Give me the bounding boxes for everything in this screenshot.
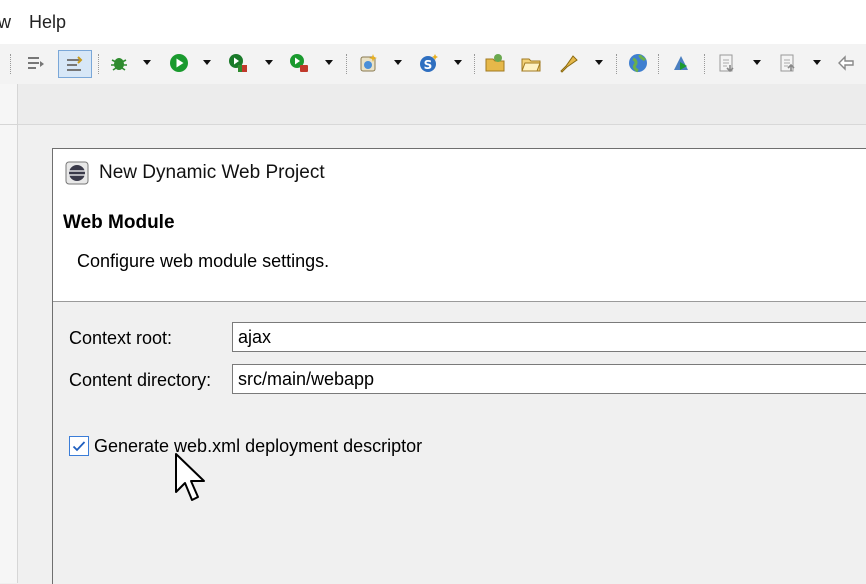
new-service-dropdown-icon[interactable]: [454, 60, 462, 65]
editor-area-header: [18, 84, 866, 125]
toolbar-separator: [10, 54, 12, 74]
eclipse-icon: [65, 161, 89, 185]
debug-icon[interactable]: [108, 52, 130, 74]
left-panel: [0, 84, 18, 583]
svg-text:S: S: [424, 58, 433, 72]
generate-descriptor-checkbox[interactable]: [69, 436, 89, 456]
content-directory-input[interactable]: src/main/webapp: [232, 364, 866, 394]
previous-edit-icon[interactable]: [777, 52, 799, 74]
new-server-dropdown-icon[interactable]: [394, 60, 402, 65]
coverage-icon[interactable]: [227, 52, 249, 74]
next-edit-icon[interactable]: [716, 52, 738, 74]
context-root-label: Context root:: [69, 328, 173, 348]
generate-descriptor-label[interactable]: Generate web.xml deployment descriptor: [94, 436, 422, 457]
new-project-dialog: New Dynamic Web Project Web Module Confi…: [52, 148, 866, 584]
toggle-mark-occurrences-icon[interactable]: [58, 50, 92, 78]
bookmark-dropdown-icon[interactable]: [595, 60, 603, 65]
toolbar-separator: [474, 54, 476, 74]
toolbar-separator: [704, 54, 706, 74]
new-server-icon[interactable]: [358, 52, 380, 74]
run-last-tool-dropdown-icon[interactable]: [325, 60, 333, 65]
coverage-dropdown-icon[interactable]: [265, 60, 273, 65]
run-last-tool-icon[interactable]: [288, 52, 310, 74]
menu-bar: w Help: [0, 0, 866, 44]
mouse-cursor-icon: [175, 453, 205, 501]
dialog-title: New Dynamic Web Project: [99, 162, 325, 183]
bookmark-icon[interactable]: [558, 52, 580, 74]
web-browser-icon[interactable]: [627, 52, 649, 74]
run-on-server-icon[interactable]: [670, 52, 692, 74]
new-service-icon[interactable]: S: [418, 52, 440, 74]
left-panel-tab: [0, 84, 17, 125]
section-description: Configure web module settings.: [77, 251, 330, 271]
content-directory-label: Content directory:: [69, 370, 212, 390]
next-annotation-icon[interactable]: [25, 52, 47, 74]
toolbar-separator: [616, 54, 618, 74]
context-root-input[interactable]: ajax: [232, 322, 866, 352]
next-edit-dropdown-icon[interactable]: [753, 60, 761, 65]
checkmark-icon: [72, 441, 86, 452]
open-project-icon[interactable]: [520, 52, 542, 74]
toolbar-separator: [98, 54, 100, 74]
toolbar-separator: [658, 54, 660, 74]
menu-item-window[interactable]: w: [0, 12, 11, 33]
run-icon[interactable]: [168, 52, 190, 74]
run-dropdown-icon[interactable]: [203, 60, 211, 65]
back-icon[interactable]: [836, 52, 858, 74]
previous-edit-dropdown-icon[interactable]: [813, 60, 821, 65]
open-folder-icon[interactable]: [484, 52, 506, 74]
toolbar-separator: [346, 54, 348, 74]
main-toolbar: S: [0, 44, 866, 84]
menu-item-help[interactable]: Help: [29, 12, 66, 33]
dialog-header: New Dynamic Web Project Web Module Confi…: [53, 149, 866, 302]
section-title: Web Module: [63, 212, 175, 233]
debug-dropdown-icon[interactable]: [143, 60, 151, 65]
